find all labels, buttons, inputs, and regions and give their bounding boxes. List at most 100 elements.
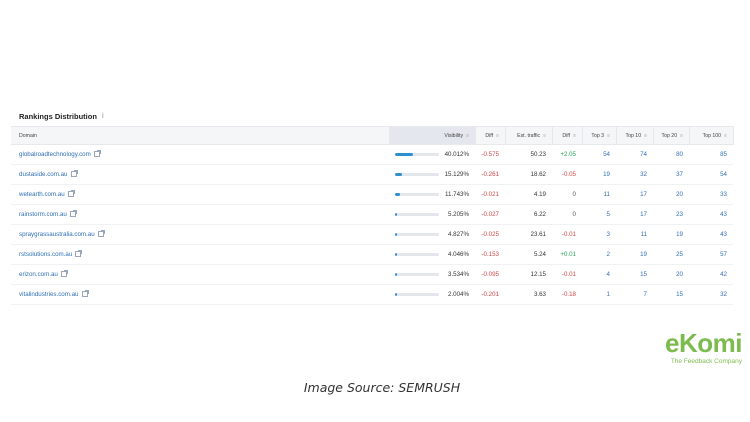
column-header-diff[interactable]: Diff ≡ — [475, 126, 506, 145]
column-header-top10[interactable]: Top 10 ≡ — [616, 126, 654, 145]
visibility-cell: 15.129% — [389, 165, 475, 185]
domain-link[interactable]: dustaside.com.au — [11, 165, 389, 185]
domain-link[interactable]: erizon.com.au — [11, 265, 389, 285]
top100-count[interactable]: 57 — [689, 245, 733, 265]
visibility-cell: 11.743% — [389, 185, 475, 205]
top10-count[interactable]: 19 — [616, 245, 653, 265]
domain-link[interactable]: spraygrassaustralia.com.au — [11, 225, 389, 245]
visibility-diff: -0.025 — [481, 231, 499, 238]
visibility-bar-fill — [395, 252, 397, 257]
external-link-icon[interactable] — [93, 150, 101, 158]
est-traffic: 6.22 — [533, 211, 546, 218]
column-header-est-traffic[interactable]: Est. traffic ≡ — [505, 126, 553, 145]
visibility-bar-fill — [395, 172, 402, 177]
traffic-diff: -0.01 — [561, 231, 576, 238]
image-caption: Image Source: SEMRUSH — [303, 380, 461, 395]
ekomi-logo: eKomi The Feedback Company — [665, 330, 742, 365]
top20-count[interactable]: 15 — [653, 285, 689, 305]
traffic-diff: 0 — [572, 191, 576, 198]
table-row: vitalindustries.com.au 2.004% -0.201 3.63 -0… — [11, 285, 733, 305]
top20-count[interactable]: 23 — [653, 205, 689, 225]
est-traffic: 23.61 — [530, 231, 546, 238]
visibility-bar — [395, 212, 439, 217]
sort-icon: ≡ — [543, 132, 546, 139]
top20-count[interactable]: 20 — [653, 185, 689, 205]
sort-icon: ≡ — [496, 132, 499, 139]
external-link-icon[interactable] — [67, 190, 75, 198]
table-header: Domain Visibility ≡ Diff ≡ Est. traffic ≡ D… — [11, 126, 734, 145]
top3-count[interactable]: 4 — [582, 265, 616, 285]
traffic-diff: -0.05 — [561, 171, 576, 178]
top100-count[interactable]: 42 — [689, 265, 733, 285]
top3-count[interactable]: 11 — [582, 185, 616, 205]
table-row: wetearth.com.au 11.743% -0.021 4.19 0 11 17 20 3… — [11, 185, 733, 205]
table-row: erizon.com.au 3.534% -0.095 12.15 -0.01 4 15 20… — [11, 265, 733, 285]
top100-count[interactable]: 32 — [689, 285, 733, 305]
table-row: rainstorm.com.au 5.205% -0.027 6.22 0 5 17 23 43 — [11, 205, 733, 225]
top3-count[interactable]: 5 — [582, 205, 616, 225]
sort-icon: ≡ — [466, 132, 469, 139]
top20-count[interactable]: 37 — [653, 165, 689, 185]
visibility-bar-fill — [395, 192, 401, 197]
rankings-table: Domain Visibility ≡ Diff ≡ Est. traffic ≡ D… — [11, 126, 734, 305]
top10-count[interactable]: 32 — [616, 165, 653, 185]
est-traffic: 12.15 — [530, 271, 546, 278]
domain-link[interactable]: wetearth.com.au — [11, 185, 389, 205]
column-header-domain[interactable]: Domain — [11, 126, 390, 145]
info-icon[interactable]: ⅰ — [102, 112, 104, 120]
domain-link[interactable]: vitalindustries.com.au — [11, 285, 389, 305]
est-traffic: 3.63 — [533, 291, 546, 298]
visibility-diff: -0.027 — [481, 211, 499, 218]
domain-link[interactable]: globalroadtechnology.com — [11, 145, 389, 165]
domain-link[interactable]: rstsolutions.com.au — [11, 245, 389, 265]
top10-count[interactable]: 74 — [616, 145, 653, 165]
column-header-top3[interactable]: Top 3 ≡ — [582, 126, 617, 145]
column-header-top20[interactable]: Top 20 ≡ — [653, 126, 690, 145]
table-row: globalroadtechnology.com 40.012% -0.575 50.… — [11, 145, 733, 165]
top3-count[interactable]: 3 — [582, 225, 616, 245]
external-link-icon[interactable] — [70, 170, 78, 178]
external-link-icon[interactable] — [97, 230, 105, 238]
top3-count[interactable]: 54 — [582, 145, 616, 165]
external-link-icon[interactable] — [81, 290, 89, 298]
top20-count[interactable]: 20 — [653, 265, 689, 285]
column-header-visibility[interactable]: Visibility ≡ — [389, 126, 476, 145]
top20-count[interactable]: 80 — [653, 145, 689, 165]
est-traffic: 18.62 — [530, 171, 546, 178]
top20-count[interactable]: 19 — [653, 225, 689, 245]
top100-count[interactable]: 33 — [689, 185, 733, 205]
domain-link[interactable]: rainstorm.com.au — [11, 205, 389, 225]
top20-count[interactable]: 25 — [653, 245, 689, 265]
external-link-icon[interactable] — [60, 270, 68, 278]
top10-count[interactable]: 15 — [616, 265, 653, 285]
visibility-cell: 3.534% — [389, 265, 475, 285]
top100-count[interactable]: 85 — [689, 145, 733, 165]
table-row: rstsolutions.com.au 4.046% -0.153 5.24 +0.01… — [11, 245, 733, 265]
visibility-bar — [395, 232, 439, 237]
top10-count[interactable]: 11 — [616, 225, 653, 245]
traffic-diff: +2.05 — [560, 151, 576, 158]
sort-icon: ≡ — [644, 132, 647, 139]
top100-count[interactable]: 43 — [689, 225, 733, 245]
traffic-diff: -0.18 — [561, 291, 576, 298]
visibility-bar — [395, 152, 439, 157]
visibility-cell: 4.046% — [389, 245, 475, 265]
top3-count[interactable]: 2 — [582, 245, 616, 265]
visibility-bar — [395, 252, 439, 257]
top3-count[interactable]: 19 — [582, 165, 616, 185]
visibility-bar — [395, 272, 439, 277]
top10-count[interactable]: 17 — [616, 185, 653, 205]
column-header-traffic-diff[interactable]: Diff ≡ — [552, 126, 583, 145]
top10-count[interactable]: 7 — [616, 285, 653, 305]
top3-count[interactable]: 1 — [582, 285, 616, 305]
top10-count[interactable]: 17 — [616, 205, 653, 225]
visibility-cell: 2.004% — [389, 285, 475, 305]
column-header-top100[interactable]: Top 100 ≡ — [689, 126, 734, 145]
visibility-diff: -0.261 — [481, 171, 499, 178]
top100-count[interactable]: 43 — [689, 205, 733, 225]
external-link-icon[interactable] — [75, 250, 83, 258]
visibility-bar — [395, 292, 439, 297]
top100-count[interactable]: 54 — [689, 165, 733, 185]
external-link-icon[interactable] — [69, 210, 77, 218]
visibility-bar-fill — [395, 272, 397, 277]
